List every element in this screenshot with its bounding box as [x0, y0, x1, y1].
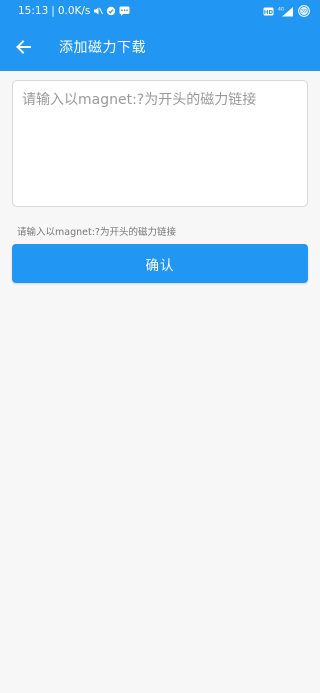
mute-icon: [93, 6, 104, 16]
status-right: HD 4G 59: [263, 5, 310, 17]
battery-icon: 59: [298, 5, 310, 17]
helper-text: 请输入以magnet:?为开头的磁力链接: [17, 227, 176, 238]
confirm-button[interactable]: 确认: [12, 244, 308, 283]
app-bar: 添加磁力下载: [0, 22, 320, 71]
form-container: 请输入以magnet:?为开头的磁力链接 确认: [0, 71, 320, 283]
signal-icon: 4G: [278, 6, 294, 17]
back-button[interactable]: [1, 22, 45, 71]
svg-text:HD: HD: [264, 9, 274, 15]
hd-icon: HD: [263, 7, 274, 16]
do-not-disturb-icon: [106, 6, 116, 16]
status-bar: 15:13 | 0.0K/s HD 4G 59: [0, 0, 320, 22]
magnet-link-input[interactable]: [12, 80, 308, 207]
battery-level: 59: [301, 9, 307, 15]
status-time: 15:13: [18, 5, 49, 17]
network-speed: 0.0K/s: [57, 5, 91, 17]
status-separator: |: [51, 5, 55, 17]
network-type-label: 4G: [278, 6, 285, 12]
message-icon: [119, 6, 130, 16]
arrow-left-icon: [15, 39, 31, 55]
status-left: 15:13 | 0.0K/s: [18, 5, 130, 17]
page-title: 添加磁力下载: [59, 39, 146, 56]
